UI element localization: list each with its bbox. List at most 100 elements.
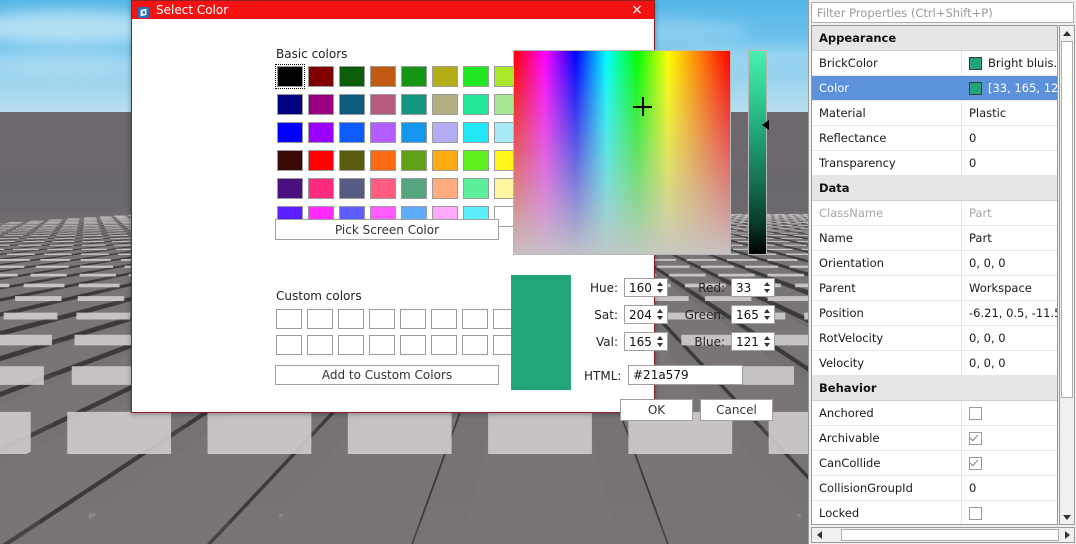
property-row[interactable]: Name Part: [812, 226, 1057, 251]
ok-button[interactable]: OK: [620, 399, 693, 421]
pick-screen-color-button[interactable]: Pick Screen Color: [275, 219, 499, 240]
value-slider-arrow-icon[interactable]: [762, 120, 769, 130]
property-value[interactable]: 0: [962, 151, 1057, 175]
custom-color-slot[interactable]: [369, 335, 395, 355]
stepper-up-icon[interactable]: [656, 308, 663, 313]
property-value[interactable]: 0, 0, 0: [962, 351, 1057, 375]
property-value[interactable]: 0, 0, 0: [962, 326, 1057, 350]
basic-color-swatch[interactable]: [431, 93, 459, 116]
property-row[interactable]: CollisionGroupId 0: [812, 476, 1057, 501]
property-row[interactable]: Locked: [812, 501, 1057, 524]
property-row[interactable]: Material Plastic: [812, 101, 1057, 126]
property-value[interactable]: Bright bluis...: [962, 51, 1057, 75]
property-row[interactable]: CanCollide: [812, 451, 1057, 476]
property-row[interactable]: Orientation 0, 0, 0: [812, 251, 1057, 276]
property-value[interactable]: Plastic: [962, 101, 1057, 125]
basic-color-swatch[interactable]: [276, 93, 304, 116]
val-input[interactable]: 165: [624, 332, 668, 351]
property-value[interactable]: [962, 426, 1057, 450]
basic-color-swatch[interactable]: [307, 93, 335, 116]
property-value[interactable]: Workspace: [962, 276, 1057, 300]
basic-color-swatch[interactable]: [338, 177, 366, 200]
property-value[interactable]: 0: [962, 476, 1057, 500]
custom-color-slot[interactable]: [400, 309, 426, 329]
basic-color-swatch[interactable]: [400, 121, 428, 144]
stepper-down-icon[interactable]: [763, 289, 770, 294]
basic-color-swatch[interactable]: [275, 64, 305, 89]
add-to-custom-colors-button[interactable]: Add to Custom Colors: [275, 365, 499, 385]
properties-horizontal-scrollbar[interactable]: [811, 527, 1075, 543]
property-row[interactable]: Transparency 0: [812, 151, 1057, 176]
property-row[interactable]: Color [33, 165, 121]: [812, 76, 1057, 101]
basic-color-swatch[interactable]: [462, 177, 490, 200]
stepper-down-icon[interactable]: [656, 289, 663, 294]
properties-panel[interactable]: Filter Properties (Ctrl+Shift+P) Appeara…: [808, 0, 1076, 544]
custom-color-slot[interactable]: [338, 309, 364, 329]
scroll-up-button[interactable]: [1060, 26, 1074, 40]
property-group-header[interactable]: Data: [812, 176, 1057, 201]
custom-color-slot[interactable]: [462, 335, 488, 355]
checkbox[interactable]: [969, 406, 982, 420]
basic-color-swatch[interactable]: [338, 65, 366, 88]
blue-stepper[interactable]: [762, 334, 771, 349]
hue-stepper[interactable]: [655, 280, 664, 295]
custom-color-slot[interactable]: [338, 335, 364, 355]
sat-input[interactable]: 204: [624, 305, 668, 324]
stepper-up-icon[interactable]: [763, 335, 770, 340]
properties-vertical-scrollbar[interactable]: [1059, 25, 1075, 525]
property-group-header[interactable]: Behavior: [812, 376, 1057, 401]
stepper-down-icon[interactable]: [763, 343, 770, 348]
stepper-down-icon[interactable]: [763, 316, 770, 321]
scroll-down-button[interactable]: [1060, 510, 1074, 524]
basic-color-swatch[interactable]: [369, 177, 397, 200]
basic-color-swatch[interactable]: [307, 149, 335, 172]
property-row[interactable]: Parent Workspace: [812, 276, 1057, 301]
basic-color-swatch[interactable]: [431, 149, 459, 172]
property-value[interactable]: [33, 165, 121]: [962, 76, 1057, 100]
property-row[interactable]: Archivable: [812, 426, 1057, 451]
saturation-value-picker[interactable]: [513, 50, 731, 255]
stepper-down-icon[interactable]: [656, 316, 663, 321]
property-value[interactable]: 0, 0, 0: [962, 251, 1057, 275]
scroll-left-button[interactable]: [812, 528, 826, 542]
basic-color-swatch[interactable]: [369, 65, 397, 88]
sat-stepper[interactable]: [655, 307, 664, 322]
basic-color-swatch[interactable]: [307, 65, 335, 88]
basic-color-swatch[interactable]: [400, 65, 428, 88]
checkbox[interactable]: [969, 431, 982, 445]
custom-color-slot[interactable]: [400, 335, 426, 355]
checkbox[interactable]: [969, 456, 982, 470]
custom-color-slot[interactable]: [369, 309, 395, 329]
property-row[interactable]: ClassName Part: [812, 201, 1057, 226]
custom-colors-grid[interactable]: [276, 309, 521, 357]
scroll-right-button[interactable]: [1060, 528, 1074, 542]
property-value[interactable]: [962, 401, 1057, 425]
custom-color-slot[interactable]: [431, 335, 457, 355]
basic-color-swatch[interactable]: [369, 149, 397, 172]
basic-color-swatch[interactable]: [400, 93, 428, 116]
property-value[interactable]: 0: [962, 126, 1057, 150]
basic-color-swatch[interactable]: [276, 149, 304, 172]
property-row[interactable]: Position -6.21, 0.5, -11.54: [812, 301, 1057, 326]
property-group-header[interactable]: Appearance: [812, 26, 1057, 51]
basic-color-swatch[interactable]: [338, 93, 366, 116]
html-input[interactable]: #21a579: [628, 365, 743, 385]
property-value[interactable]: [962, 451, 1057, 475]
basic-color-swatch[interactable]: [307, 177, 335, 200]
properties-grid[interactable]: Appearance BrickColor Bright bluis... Color…: [811, 25, 1058, 525]
custom-color-slot[interactable]: [276, 309, 302, 329]
basic-color-swatch[interactable]: [431, 65, 459, 88]
basic-color-swatch[interactable]: [276, 121, 304, 144]
basic-color-swatch[interactable]: [431, 121, 459, 144]
cancel-button[interactable]: Cancel: [700, 399, 773, 421]
basic-colors-grid[interactable]: [275, 64, 521, 228]
custom-color-slot[interactable]: [462, 309, 488, 329]
red-stepper[interactable]: [762, 280, 771, 295]
property-row[interactable]: Reflectance 0: [812, 126, 1057, 151]
custom-color-slot[interactable]: [307, 335, 333, 355]
property-row[interactable]: Anchored: [812, 401, 1057, 426]
green-input[interactable]: 165: [731, 305, 775, 324]
basic-color-swatch[interactable]: [338, 149, 366, 172]
stepper-down-icon[interactable]: [656, 343, 663, 348]
property-value[interactable]: -6.21, 0.5, -11.54: [962, 301, 1057, 325]
